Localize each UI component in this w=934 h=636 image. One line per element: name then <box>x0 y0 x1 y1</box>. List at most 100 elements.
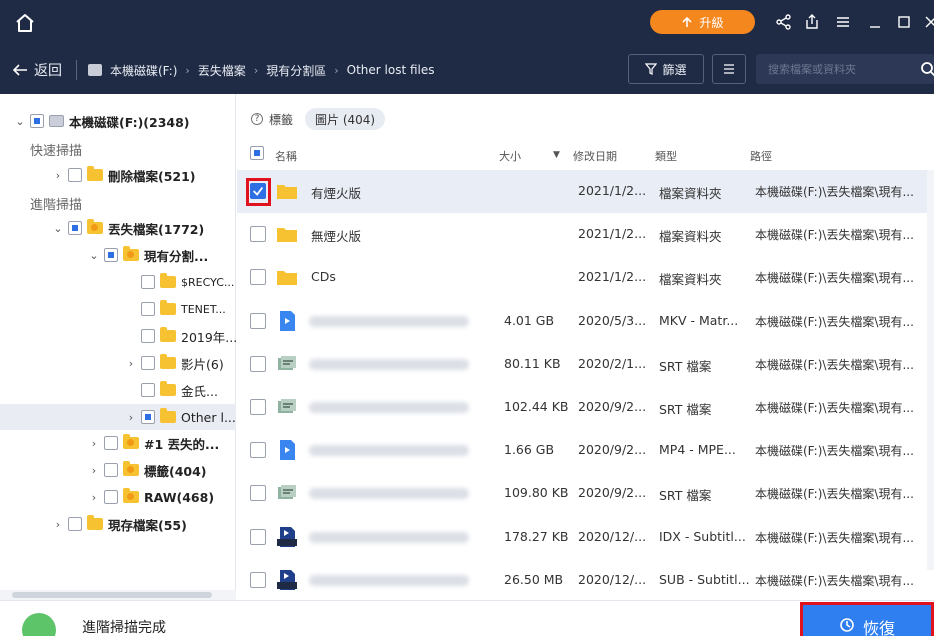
column-header-size[interactable]: 大小 <box>499 148 521 164</box>
share-icon[interactable] <box>775 13 793 31</box>
filter-button[interactable]: 篩選 <box>628 54 704 84</box>
checkbox[interactable] <box>104 490 118 504</box>
menu-icon[interactable] <box>834 13 852 31</box>
tree-item-child[interactable]: › 影片(6) <box>0 350 236 376</box>
table-row[interactable]: 有煙火版 2021/1/2... 檔案資料夾 本機磁碟(F:)\丟失檔案\現有... <box>237 170 934 213</box>
table-row[interactable]: 102.44 KB 2020/9/2... SRT 檔案 本機磁碟(F:)\丟失檔案\… <box>237 386 934 429</box>
tree-item-child[interactable]: 金氏... <box>0 377 236 403</box>
column-header-type[interactable]: 類型 <box>655 148 677 164</box>
chevron-right-icon[interactable]: › <box>52 169 64 182</box>
tree-item-raw[interactable]: › RAW(468) <box>0 484 236 510</box>
home-icon[interactable] <box>13 11 37 35</box>
tree-item-existing-partition[interactable]: ⌄ 現有分割... <box>0 242 236 268</box>
tag-chip[interactable]: 圖片 (404) <box>305 108 386 130</box>
checkbox[interactable] <box>141 302 155 316</box>
checkbox[interactable] <box>30 114 44 128</box>
tree-item-existing-files[interactable]: › 現存檔案(55) <box>0 511 236 537</box>
checkbox[interactable] <box>250 528 266 545</box>
tree-item-root[interactable]: ⌄ 本機磁碟(F:)(2348) <box>0 108 236 134</box>
tree-item-lost-partition[interactable]: › #1 丟失的... <box>0 430 236 456</box>
chevron-right-icon[interactable]: › <box>52 518 64 531</box>
help-icon[interactable]: ? <box>251 113 263 125</box>
checkbox[interactable] <box>250 269 266 286</box>
checkbox[interactable] <box>141 383 155 397</box>
checkbox[interactable] <box>141 356 155 370</box>
checkbox[interactable] <box>250 442 266 459</box>
chevron-down-icon[interactable]: ⌄ <box>88 249 100 262</box>
table-row[interactable]: CDs 2021/1/2... 檔案資料夾 本機磁碟(F:)\丟失檔案\現有... <box>237 256 934 299</box>
checkbox[interactable] <box>104 248 118 262</box>
table-row[interactable]: 178.27 KB 2020/12/... IDX - Subtitl... 本機磁碟… <box>237 516 934 559</box>
column-header-name[interactable]: 名稱 <box>275 148 297 164</box>
table-row[interactable]: 無煙火版 2021/1/2... 檔案資料夾 本機磁碟(F:)\丟失檔案\現有... <box>237 213 934 256</box>
checkbox[interactable] <box>104 463 118 477</box>
tree-item-other-lost-files[interactable]: › Other l... <box>0 404 236 430</box>
checkbox[interactable] <box>68 168 82 182</box>
checkbox[interactable] <box>68 221 82 235</box>
checkbox[interactable] <box>68 517 82 531</box>
sort-down-icon[interactable]: ▼ <box>553 150 560 160</box>
recover-button[interactable]: 恢復 <box>800 602 934 636</box>
tree-item-child[interactable]: $RECYC... <box>0 269 236 295</box>
chevron-right-icon[interactable]: › <box>88 491 100 504</box>
scrollbar-thumb[interactable] <box>12 592 212 598</box>
column-header-path[interactable]: 路徑 <box>750 148 772 164</box>
checkbox[interactable] <box>250 226 266 243</box>
checkbox[interactable] <box>141 329 155 343</box>
divider <box>76 60 77 80</box>
file-size: 4.01 GB <box>504 312 555 328</box>
breadcrumb-item[interactable]: Other lost files <box>347 63 435 77</box>
chevron-right-icon[interactable]: › <box>88 464 100 477</box>
tree-item-tags[interactable]: › 標籤(404) <box>0 457 236 483</box>
checkbox[interactable] <box>250 355 266 372</box>
file-date: 2021/1/2... <box>578 269 647 285</box>
table-row[interactable]: 4.01 GB 2020/5/3... MKV - Matr... 本機磁碟(F:)\… <box>237 300 934 343</box>
file-type: MKV - Matr... <box>659 312 739 328</box>
tree-item-child[interactable]: TENET... <box>0 296 236 322</box>
blurred-file-name <box>309 531 469 543</box>
table-row[interactable]: 109.80 KB 2020/9/2... SRT 檔案 本機磁碟(F:)\丟失檔案\… <box>237 472 934 515</box>
close-icon[interactable] <box>922 13 934 31</box>
tree-item-lost[interactable]: ⌄ 丟失檔案(1772) <box>0 215 236 241</box>
search-icon[interactable] <box>920 61 934 77</box>
file-path: 本機磁碟(F:)\丟失檔案\現有... <box>755 271 914 286</box>
export-icon[interactable] <box>803 13 821 31</box>
chevron-right-icon[interactable]: › <box>125 411 137 424</box>
chevron-right-icon[interactable]: › <box>88 437 100 450</box>
maximize-icon[interactable] <box>895 13 913 31</box>
minimize-icon[interactable] <box>866 13 884 31</box>
chevron-down-icon[interactable]: ⌄ <box>14 115 26 128</box>
checkbox[interactable] <box>250 571 266 588</box>
table-row[interactable]: 1.66 GB 2020/9/2... MP4 - MPE... 本機磁碟(F:)\丟… <box>237 429 934 472</box>
file-path: 本機磁碟(F:)\丟失檔案\現有... <box>755 357 914 372</box>
tree-label: 金氏... <box>181 383 218 399</box>
checkbox[interactable] <box>250 485 266 502</box>
breadcrumb-item[interactable]: 丟失檔案 <box>198 62 246 79</box>
horizontal-scrollbar[interactable] <box>0 590 236 600</box>
table-row[interactable]: 80.11 KB 2020/2/1... SRT 檔案 本機磁碟(F:)\丟失檔案\現… <box>237 343 934 386</box>
file-type: SRT 檔案 <box>659 358 712 374</box>
breadcrumb-item[interactable]: 現有分割區 <box>266 62 326 79</box>
file-path: 本機磁碟(F:)\丟失檔案\現有... <box>755 487 914 502</box>
vertical-scrollbar[interactable] <box>927 170 934 570</box>
checkbox[interactable] <box>141 275 155 289</box>
table-row[interactable]: 26.50 MB 2020/12/... SUB - Subtitl... 本機磁碟(… <box>237 559 934 602</box>
chevron-right-icon[interactable]: › <box>125 357 137 370</box>
chevron-down-icon[interactable]: ⌄ <box>52 222 64 235</box>
checkbox[interactable] <box>104 436 118 450</box>
breadcrumb-item[interactable]: 本機磁碟(F:) <box>110 62 177 79</box>
tree-item-child[interactable]: 2019年... <box>0 323 237 349</box>
back-button[interactable]: 返回 <box>12 59 62 81</box>
partition-folder-icon <box>123 246 139 261</box>
column-header-date[interactable]: 修改日期 <box>573 148 617 164</box>
list-view-button[interactable] <box>712 54 746 84</box>
select-all-checkbox[interactable] <box>250 146 264 160</box>
upgrade-button[interactable]: 升級 <box>650 10 755 34</box>
checkbox[interactable] <box>250 312 266 329</box>
search-input[interactable] <box>756 54 906 84</box>
checkbox[interactable] <box>141 410 155 424</box>
file-type: MP4 - MPE... <box>659 442 736 458</box>
tree-item-deleted[interactable]: › 刪除檔案(521) <box>0 162 236 188</box>
checkbox[interactable] <box>250 399 266 415</box>
partial-mark <box>254 150 260 156</box>
